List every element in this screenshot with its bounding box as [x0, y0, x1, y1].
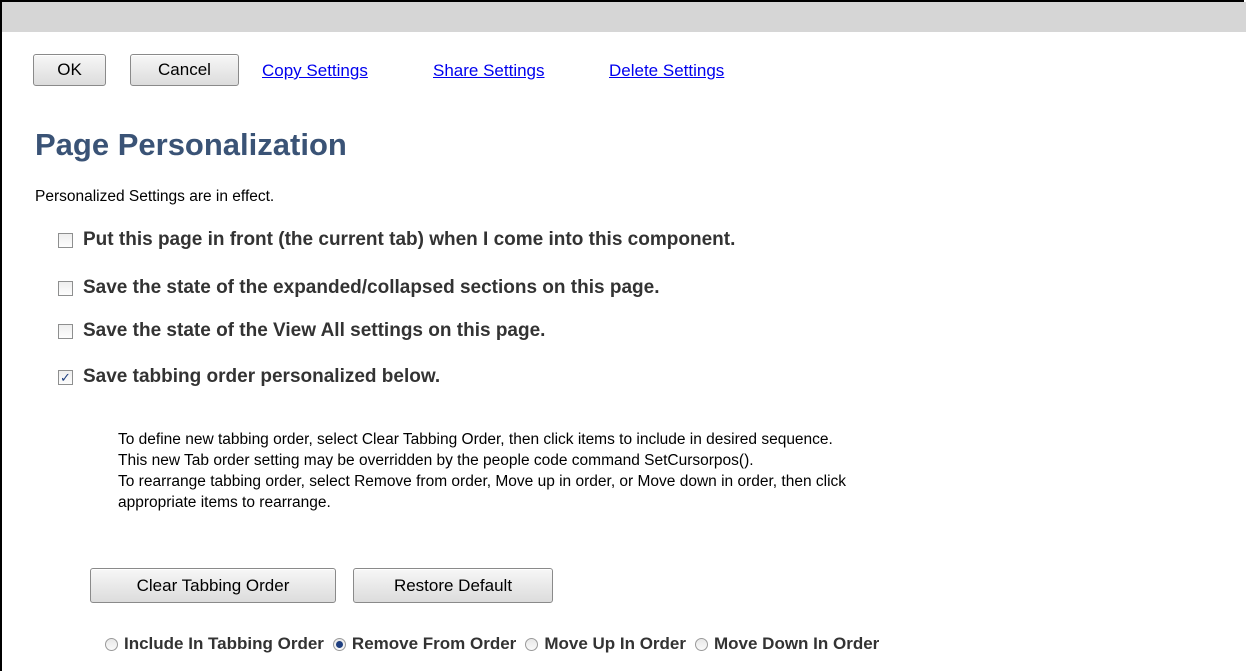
option-expanded-state[interactable]: Save the state of the expanded/collapsed… — [58, 277, 660, 299]
radio-include-in-tabbing-order[interactable]: Include In Tabbing Order — [105, 634, 324, 654]
restore-default-button[interactable]: Restore Default — [353, 568, 553, 603]
radio-button[interactable] — [695, 637, 708, 651]
ok-button[interactable]: OK — [33, 54, 106, 86]
instruction-line: To define new tabbing order, select Clea… — [118, 431, 833, 448]
instruction-line: appropriate items to rearrange. — [118, 494, 331, 511]
radio-move-up-in-order[interactable]: Move Up In Order — [525, 634, 686, 654]
share-settings-link[interactable]: Share Settings — [433, 61, 545, 81]
option-label: Save tabbing order personalized below. — [83, 366, 441, 387]
radio-remove-from-order[interactable]: Remove From Order — [332, 634, 517, 654]
radio-button-selected[interactable] — [332, 637, 346, 651]
option-front-tab[interactable]: Put this page in front (the current tab)… — [58, 229, 735, 251]
instruction-line: This new Tab order setting may be overri… — [118, 452, 754, 469]
option-tabbing-order[interactable]: ✓ Save tabbing order personalized below. — [58, 366, 440, 388]
radio-label: Move Down In Order — [714, 634, 880, 653]
clear-tabbing-order-button[interactable]: Clear Tabbing Order — [90, 568, 336, 603]
option-label: Put this page in front (the current tab)… — [83, 229, 736, 250]
radio-label: Include In Tabbing Order — [124, 634, 324, 653]
checkbox[interactable] — [58, 232, 73, 248]
checkbox[interactable] — [58, 323, 73, 339]
cancel-button[interactable]: Cancel — [130, 54, 239, 86]
option-label: Save the state of the expanded/collapsed… — [83, 277, 660, 298]
checkbox[interactable] — [58, 280, 73, 296]
status-text: Personalized Settings are in effect. — [35, 188, 275, 205]
checkbox-checked[interactable]: ✓ — [58, 369, 73, 385]
instruction-line: To rearrange tabbing order, select Remov… — [118, 473, 847, 490]
tabbing-instructions: To define new tabbing order, select Clea… — [118, 429, 846, 513]
option-label: Save the state of the View All settings … — [83, 320, 546, 341]
radio-button[interactable] — [525, 637, 539, 651]
page-title: Page Personalization — [35, 127, 347, 162]
radio-label: Move Up In Order — [544, 634, 686, 653]
tabbing-mode-group: Include In Tabbing Order Remove From Ord… — [105, 634, 888, 654]
radio-label: Remove From Order — [351, 634, 517, 653]
top-bar — [2, 2, 1246, 32]
radio-move-down-in-order[interactable]: Move Down In Order — [695, 634, 879, 654]
radio-button[interactable] — [105, 637, 118, 651]
option-view-all-state[interactable]: Save the state of the View All settings … — [58, 320, 545, 342]
delete-settings-link[interactable]: Delete Settings — [609, 61, 724, 81]
copy-settings-link[interactable]: Copy Settings — [262, 61, 368, 81]
